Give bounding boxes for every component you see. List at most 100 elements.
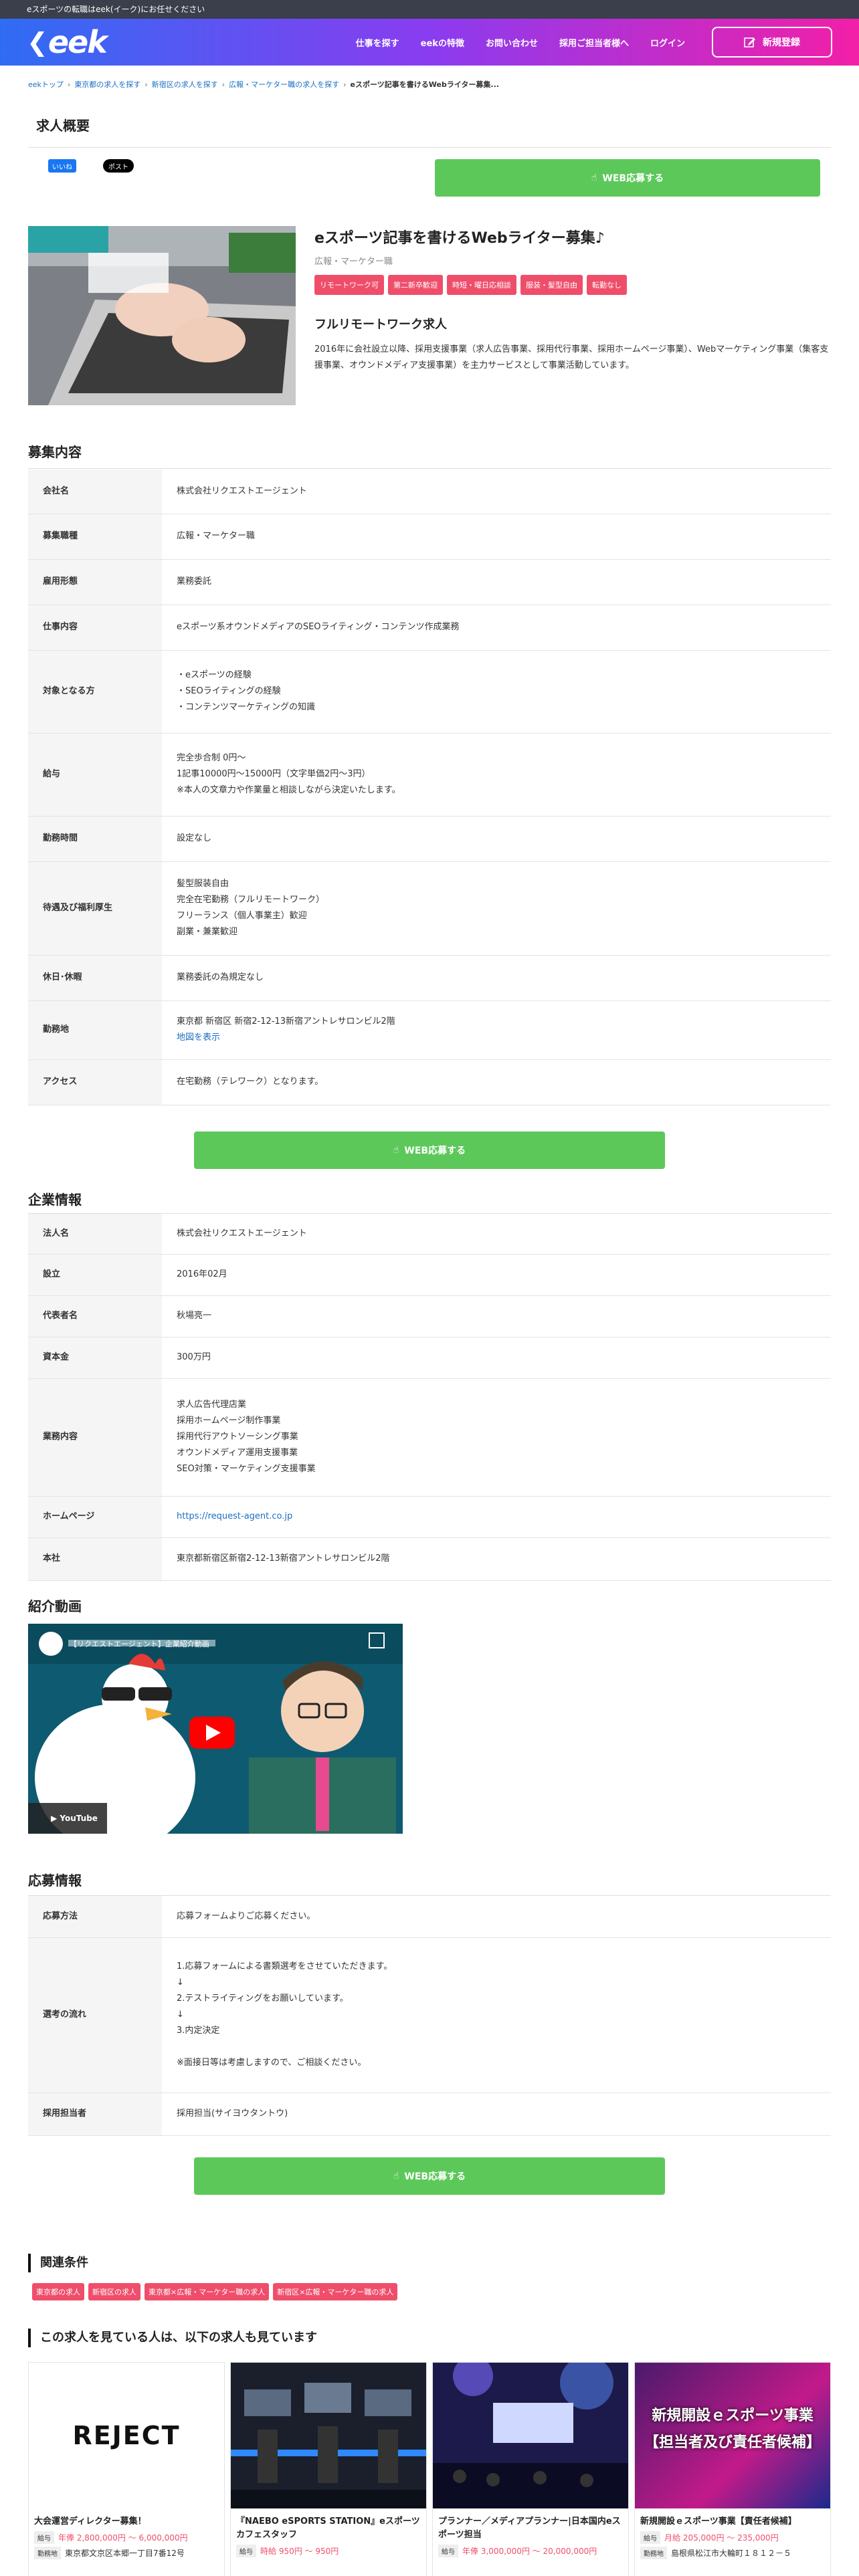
breadcrumb-category[interactable]: 広報・マーケター職の求人を探す: [229, 79, 339, 90]
info-row: 応募方法 応募フォームよりご応募ください。: [28, 1896, 831, 1938]
breadcrumb-current: eスポーツ記事を書けるWebライター募集...: [350, 80, 499, 89]
video-caption: 【リクエストエージェント】企業紹介動画: [70, 1640, 209, 1648]
info-link[interactable]: 地図を表示: [177, 1030, 831, 1046]
info-row: 採用担当者 採用担当(サイヨウタントウ): [28, 2092, 831, 2136]
recruit-table: 会社名 株式会社リクエストエージェント 募集職種 広報・マーケター職 雇用形態 業務委託仕…: [28, 469, 831, 1105]
breadcrumb-top[interactable]: eekトップ: [28, 79, 64, 90]
job-tag: 服装・髪型自由: [520, 275, 583, 295]
job-card[interactable]: 新規開設ｅスポーツ事業【担当者及び責任者候補】 新規開設ｅスポーツ事業【責任者候…: [634, 2362, 831, 2576]
info-value-line: 秋場亮一: [177, 1311, 212, 1321]
location-label: 勤務地: [640, 2547, 667, 2559]
nav-contact[interactable]: お問い合わせ: [475, 36, 549, 49]
job-card-location: 東京都文京区本郷一丁目7番12号: [65, 2549, 185, 2558]
breadcrumb-shinjuku[interactable]: 新宿区の求人を探す: [152, 79, 218, 90]
salary-label: 給与: [438, 2545, 458, 2557]
intro-video[interactable]: 【リクエストエージェント】企業紹介動画 ▶ YouTube: [28, 1624, 403, 1834]
info-value-line: 設定なし: [177, 833, 212, 843]
salary-label: 給与: [236, 2545, 256, 2557]
info-label: 代表者名: [28, 1295, 162, 1337]
info-label: 応募方法: [28, 1896, 162, 1938]
x-post-button[interactable]: ポスト: [103, 159, 134, 173]
related-tag[interactable]: 新宿区の求人: [88, 2283, 140, 2300]
web-apply-button-top[interactable]: ☝ WEB応募する: [435, 159, 820, 197]
signup-button[interactable]: 新規登録: [712, 27, 832, 58]
info-row: 業務内容 求人広告代理店業 採用ホームページ制作事業 採用代行アウトソーシング事業 オウ…: [28, 1378, 831, 1497]
info-row: 勤務地 東京都 新宿区 新宿2-12-13新宿アントレサロンビル2階 地図を表示: [28, 1000, 831, 1060]
job-tag: 転勤なし: [587, 275, 627, 295]
apply-title: 応募情報: [28, 1872, 82, 1889]
info-value: 秋場亮一: [162, 1295, 831, 1337]
info-value-line: フリーランス（個人事業主）歓迎: [177, 911, 307, 921]
job-card[interactable]: 『NAEBO eSPORTS STATION』eスポーツカフェスタッフ 給与 時給…: [230, 2362, 427, 2576]
job-card[interactable]: プランナー／メディアプランナー|日本国内eスポーツ担当 給与 年俸 3,000,0…: [432, 2362, 629, 2576]
chevron-right-icon: ›: [343, 80, 347, 89]
info-label: 資本金: [28, 1337, 162, 1379]
social-buttons: いいね ポスト: [48, 159, 134, 173]
info-value-line: 髪型服装自由: [177, 879, 229, 889]
related-tag[interactable]: 東京都の求人: [32, 2283, 84, 2300]
related-tag[interactable]: 新宿区×広報・マーケター職の求人: [273, 2283, 398, 2300]
web-apply-button-middle[interactable]: ☝ WEB応募する: [194, 1132, 665, 1169]
info-value-line: SEO対策・マーケティング支援事業: [177, 1464, 316, 1474]
info-value-line: 採用担当(サイヨウタントウ): [177, 2109, 288, 2119]
overview-title: 求人概要: [36, 118, 90, 134]
logo-text: eek: [47, 24, 108, 60]
job-card-image: 新規開設ｅスポーツ事業【担当者及び責任者候補】: [635, 2363, 830, 2508]
breadcrumb: eekトップ › 東京都の求人を探す › 新宿区の求人を探す › 広報・マーケター職の…: [28, 79, 499, 90]
info-value-line: オウンドメディア運用支援事業: [177, 1448, 298, 1458]
info-value-line: ↓: [177, 1977, 184, 1988]
info-label: 本社: [28, 1537, 162, 1581]
job-tag: リモートワーク可: [314, 275, 384, 295]
job-card-salary: 時給 950円 〜 950円: [260, 2547, 339, 2556]
cursor-hand-icon: ☝: [393, 2171, 399, 2181]
info-value-line: 完全歩合制 0円〜: [177, 753, 246, 763]
site-header: ❮ eek 仕事を探す eekの特徴 お問い合わせ 採用ご担当者様へ ログイン 新…: [0, 19, 859, 66]
reject-logo: REJECT: [72, 2421, 181, 2450]
info-row: 待遇及び福利厚生 髪型服装自由 完全在宅勤務（フルリモートワーク） フリーランス（個人…: [28, 861, 831, 956]
apply-label: WEB応募する: [404, 1146, 466, 1156]
youtube-logo[interactable]: ▶ YouTube: [51, 1814, 98, 1823]
info-value-line: 採用ホームページ制作事業: [177, 1416, 281, 1426]
info-value-line: ・コンテンツマーケティングの知識: [177, 702, 315, 712]
breadcrumb-tokyo[interactable]: 東京都の求人を探す: [74, 79, 140, 90]
job-card-image: [231, 2363, 426, 2508]
info-value: 広報・マーケター職: [162, 514, 831, 560]
info-value: 設定なし: [162, 816, 831, 862]
job-card-salary: 年俸 2,800,000円 〜 6,000,000円: [58, 2533, 188, 2543]
job-summary: eスポーツ記事を書けるWebライター募集♪ 広報・マーケター職 リモートワーク可…: [314, 226, 830, 374]
info-row: 設立 2016年02月: [28, 1254, 831, 1296]
job-title: eスポーツ記事を書けるWebライター募集♪: [314, 230, 605, 247]
info-value-line: 広報・マーケター職: [177, 531, 256, 541]
info-label: 対象となる方: [28, 650, 162, 734]
info-value-line: 完全在宅勤務（フルリモートワーク）: [177, 895, 325, 905]
info-row: 本社 東京都新宿区新宿2-12-13新宿アントレサロンビル2階: [28, 1537, 831, 1581]
info-value: 1.応募フォームによる書類選考をさせていただきます。 ↓ 2.テストライティングをお…: [162, 1937, 831, 2093]
signup-label: 新規登録: [763, 37, 800, 48]
info-value-line: 1.応募フォームによる書類選考をさせていただきます。: [177, 1961, 393, 1971]
site-logo[interactable]: ❮ eek: [27, 24, 108, 60]
other-jobs-list: REJECT 大会運営ディレクター募集！ 給与 年俸 2,800,000円 〜 6…: [28, 2362, 831, 2576]
info-row: 雇用形態 業務委託: [28, 559, 831, 605]
job-card-title: 新規開設ｅスポーツ事業【責任者候補】: [640, 2516, 797, 2527]
nav-features[interactable]: eekの特徴: [410, 36, 475, 49]
related-tag[interactable]: 東京都×広報・マーケター職の求人: [145, 2283, 270, 2300]
info-value-line: 応募フォームよりご応募ください。: [177, 1911, 316, 1921]
job-tags: リモートワーク可 第二新卒歓迎 時短・曜日応相談 服装・髪型自由 転勤なし: [314, 275, 830, 295]
info-label: アクセス: [28, 1059, 162, 1105]
job-description: 2016年に会社設立以降、採用支援事業（求人広告事業、採用代行事業、採用ホームペ…: [314, 344, 829, 370]
nav-find-jobs[interactable]: 仕事を探す: [345, 36, 410, 49]
nav-for-recruiters[interactable]: 採用ご担当者様へ: [549, 36, 640, 49]
chevron-right-icon: ›: [221, 80, 225, 89]
related-conditions: 関連条件 東京都の求人 新宿区の求人 東京都×広報・マーケター職の求人 新宿区×…: [28, 2254, 831, 2347]
info-link[interactable]: https://request-agent.co.jp: [177, 1509, 831, 1525]
job-card-salary: 月給 205,000円 〜 235,000円: [664, 2533, 779, 2543]
nav-login[interactable]: ログイン: [640, 36, 696, 49]
web-apply-button-bottom[interactable]: ☝ WEB応募する: [194, 2157, 665, 2195]
info-value-line: [177, 2039, 831, 2055]
info-row: ホームページ https://request-agent.co.jp: [28, 1496, 831, 1538]
facebook-like-button[interactable]: いいね: [48, 159, 76, 173]
info-label: 選考の流れ: [28, 1937, 162, 2093]
info-row: 代表者名 秋場亮一: [28, 1295, 831, 1337]
job-card[interactable]: REJECT 大会運営ディレクター募集！ 給与 年俸 2,800,000円 〜 6…: [28, 2362, 225, 2576]
job-card-location: 島根県松江市大輪町１８１２－５: [671, 2549, 792, 2558]
